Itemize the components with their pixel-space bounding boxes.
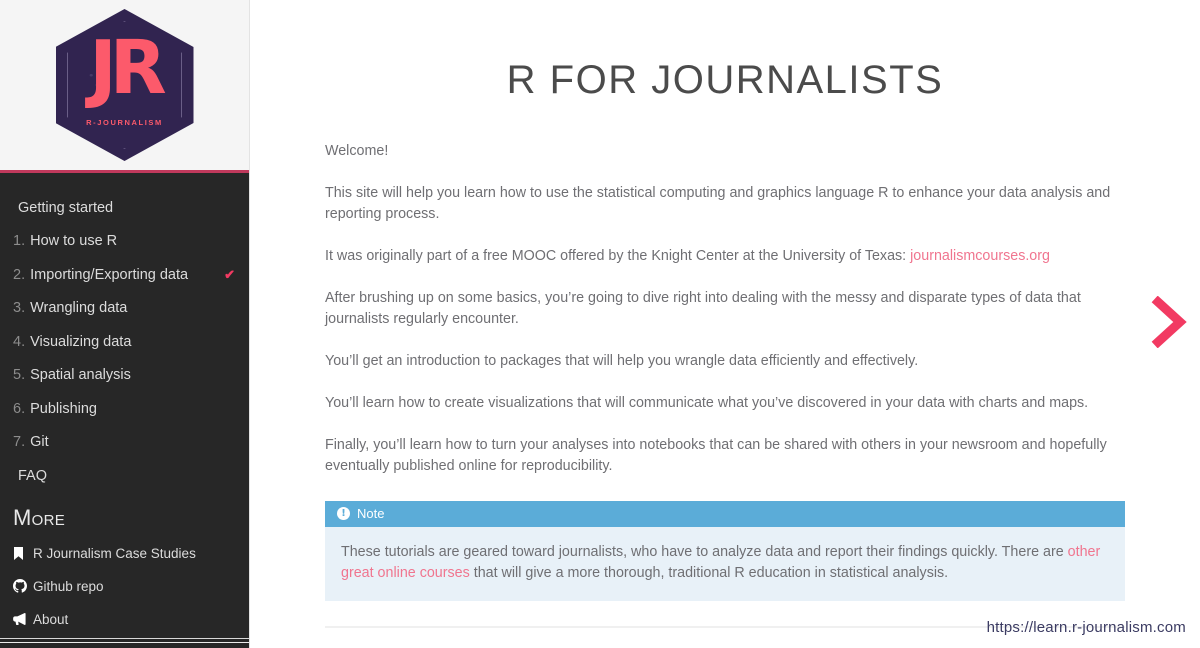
sidebar-bottom-divider-2 [0, 642, 249, 643]
nav-label: FAQ [18, 467, 48, 484]
sidebar-logo-area[interactable]: JR R-JOURNALISM [0, 0, 249, 173]
note-callout-header: ! Note [325, 501, 1125, 527]
sidebar-item-getting-started[interactable]: Getting started [0, 191, 249, 225]
sidebar-more-heading: More [13, 504, 66, 530]
paragraph-mooc-text: It was originally part of a free MOOC of… [325, 248, 911, 264]
sidebar-bottom-divider [0, 638, 249, 639]
note-text-after: that will give a more thorough, traditio… [469, 565, 949, 581]
paragraph-packages: You’ll get an introduction to packages t… [325, 353, 919, 369]
journalismcourses-link[interactable]: journalismcourses.org [910, 248, 1050, 264]
more-item-label: Github repo [33, 578, 104, 594]
nav-number: 4. [13, 333, 26, 350]
check-icon: ✔ [224, 266, 235, 282]
nav-label: How to use R [30, 233, 118, 250]
bookmark-icon [13, 546, 33, 560]
sidebar-item-git[interactable]: 7. Git [0, 426, 249, 460]
note-callout: ! Note These tutorials are geared toward… [325, 501, 1125, 601]
logo-monogram: JR [89, 25, 167, 111]
bullhorn-icon [13, 613, 33, 625]
note-callout-body: These tutorials are geared toward journa… [325, 527, 1125, 601]
nav-number: 5. [13, 367, 26, 384]
github-icon [13, 579, 33, 593]
nav-number: 6. [13, 400, 26, 417]
sidebar: JR R-JOURNALISM Getting started 1. How t… [0, 0, 250, 648]
sidebar-item-how-to-use-r[interactable]: 1. How to use R [0, 225, 249, 259]
paragraph-visualizations: You’ll learn how to create visualization… [325, 395, 1089, 411]
exclamation-circle-icon: ! [337, 507, 350, 520]
nav-number: 3. [13, 300, 26, 317]
page-root: JR R-JOURNALISM Getting started 1. How t… [0, 0, 1200, 648]
nav-label: Visualizing data [30, 333, 132, 350]
main-content: R for Journalists Welcome! This site wil… [250, 0, 1200, 648]
article-body: Welcome! This site will help you learn h… [325, 103, 1125, 601]
sidebar-nav: Getting started 1. How to use R 2. Impor… [0, 173, 249, 642]
r-journalism-hex-logo[interactable]: JR R-JOURNALISM [55, 9, 194, 161]
sidebar-item-publishing[interactable]: 6. Publishing [0, 392, 249, 426]
status-bar-url: https://learn.r-journalism.com [986, 619, 1186, 636]
nav-number: 1. [13, 233, 26, 250]
sidebar-item-about[interactable]: About [0, 603, 249, 636]
sidebar-item-wrangling-data[interactable]: 3. Wrangling data [0, 292, 249, 326]
sidebar-item-importing-exporting-data[interactable]: 2. Importing/Exporting data ✔ [0, 258, 249, 292]
logo-wordmark: R-JOURNALISM [86, 118, 163, 127]
nav-label: Getting started [18, 199, 114, 216]
sidebar-item-visualizing-data[interactable]: 4. Visualizing data [0, 325, 249, 359]
sidebar-item-github-repo[interactable]: Github repo [0, 570, 249, 603]
nav-label: Importing/Exporting data [30, 266, 189, 283]
sidebar-item-case-studies[interactable]: R Journalism Case Studies [0, 537, 249, 570]
note-callout-title: Note [357, 506, 385, 521]
more-item-label: About [33, 611, 69, 627]
nav-label: Wrangling data [30, 300, 128, 317]
nav-label: Spatial analysis [30, 367, 131, 384]
paragraph-intro: This site will help you learn how to use… [325, 185, 1111, 222]
sidebar-item-spatial-analysis[interactable]: 5. Spatial analysis [0, 359, 249, 393]
paragraph-notebooks: Finally, you’ll learn how to turn your a… [325, 437, 1107, 474]
more-item-label: R Journalism Case Studies [33, 545, 196, 561]
page-title: R for Journalists [506, 58, 944, 102]
nav-number: 2. [13, 266, 26, 283]
paragraph-welcome: Welcome! [325, 143, 389, 159]
nav-label: Git [30, 434, 49, 451]
sidebar-item-faq[interactable]: FAQ [0, 459, 249, 493]
paragraph-mooc: It was originally part of a free MOOC of… [325, 246, 1125, 267]
note-text-before: These tutorials are geared toward journa… [341, 544, 1068, 560]
nav-number: 7. [13, 434, 26, 451]
paragraph-basics: After brushing up on some basics, you’re… [325, 290, 1081, 327]
chevron-right-icon[interactable] [1150, 296, 1190, 348]
nav-label: Publishing [30, 400, 98, 417]
